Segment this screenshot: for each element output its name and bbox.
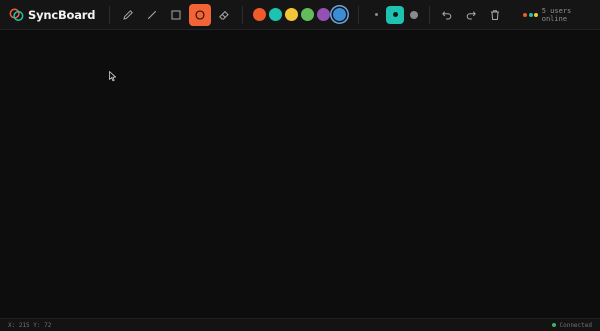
color-palette: [253, 8, 347, 21]
drawing-tools: [117, 3, 235, 26]
color-swatch-purple[interactable]: [317, 8, 331, 21]
brush-size-medium-button[interactable]: [386, 5, 405, 24]
user-dot: [534, 12, 539, 17]
online-users-dots: [523, 12, 540, 17]
users-online-label: 5 users online: [541, 6, 572, 23]
drawing-canvas[interactable]: [0, 31, 600, 318]
circle-icon: [194, 9, 206, 21]
undo-icon: [441, 9, 453, 21]
pencil-icon: [122, 9, 134, 21]
user-dot: [528, 12, 533, 17]
line-tool-button[interactable]: [141, 4, 163, 26]
cursor-coordinates: X: 215 Y: 72: [8, 321, 52, 329]
color-swatch-orange[interactable]: [253, 8, 267, 21]
connection-dot-icon: [552, 323, 557, 327]
toolbar-divider: [109, 5, 111, 24]
clear-canvas-button[interactable]: [484, 4, 506, 26]
color-swatch-yellow[interactable]: [285, 8, 299, 21]
brush-size-group: [367, 5, 423, 24]
color-swatch-teal[interactable]: [269, 8, 283, 21]
eraser-icon: [218, 9, 230, 21]
redo-button[interactable]: [460, 4, 482, 26]
toolbar-divider: [429, 5, 431, 24]
medium-dot-icon: [392, 12, 398, 17]
history-actions: [436, 4, 506, 26]
large-dot-icon: [410, 10, 419, 19]
pencil-tool-button[interactable]: [117, 4, 139, 26]
small-dot-icon: [374, 13, 378, 16]
brand: SyncBoard: [9, 0, 96, 30]
toolbar-divider: [358, 5, 360, 24]
square-icon: [170, 9, 182, 21]
linked-rings-logo-icon: [9, 7, 24, 22]
status-bar: X: 215 Y: 72 Connected: [0, 318, 600, 331]
presence-indicator: 5 users online: [523, 7, 600, 23]
brush-size-small-button[interactable]: [367, 6, 385, 24]
user-dot: [523, 12, 528, 17]
eraser-tool-button[interactable]: [213, 4, 235, 26]
redo-icon: [465, 9, 477, 21]
trash-icon: [489, 9, 501, 21]
undo-button[interactable]: [436, 4, 458, 26]
toolbar-divider: [242, 5, 244, 24]
color-swatch-blue[interactable]: [333, 8, 347, 21]
line-icon: [146, 9, 158, 21]
connection-status: Connected: [552, 322, 592, 329]
toolbar: SyncBoard 5 users online: [0, 0, 600, 30]
brush-size-large-button[interactable]: [405, 6, 423, 24]
rectangle-tool-button[interactable]: [165, 4, 187, 26]
mouse-cursor-icon: [109, 67, 117, 86]
app-name: SyncBoard: [28, 7, 96, 22]
color-swatch-green[interactable]: [301, 8, 315, 21]
circle-tool-button[interactable]: [189, 3, 212, 26]
connection-label: Connected: [559, 321, 592, 329]
